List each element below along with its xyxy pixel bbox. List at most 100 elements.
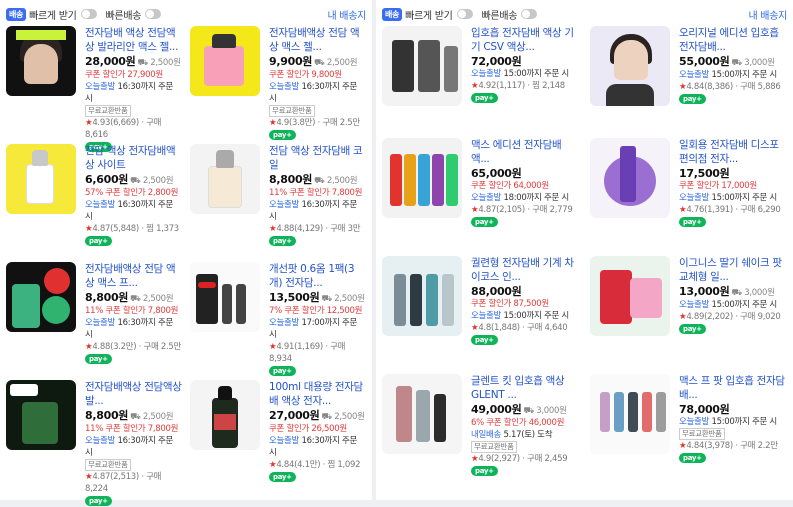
product-card[interactable]: 맥스 프 팟 입호흡 전자담배... 78,000원 오늘출발 15:00까지 주문… [590,374,790,464]
product-image[interactable] [6,380,76,450]
product-card[interactable]: 오리지널 에디션 입호흡 전자담배... 55,000원 ⛟ 3,000원 오늘출발 … [590,26,790,106]
product-title[interactable]: 100ml 대용량 전자담배 액상 전자... [269,380,366,408]
coupon-price: 11% 쿠폰 할인가 7,800원 [269,188,363,198]
review-count: (1,848) [490,323,520,333]
rating-row: ★4.8(1,848) · 구매 4,640 [471,323,568,333]
product-title[interactable]: 오리지널 에디션 입호흡 전자담배... [679,26,790,54]
shipping-info: 오늘출발 16:30까지 주문 시 [85,81,182,105]
purchase-count: 구매 2.5만 [143,342,182,352]
product-title[interactable]: 이그니스 딸기 쉐이크 팟 교체형 일... [679,256,790,284]
price-value: 8,800원 [269,173,313,186]
rating-value: 4.92 [478,81,497,91]
shipping-info: 오늘출발 15:00까지 주문 시 [679,299,790,311]
product-card[interactable]: 일회용 전자담배 디스포 편의점 전자... 17,500원 쿠폰 할인가 17,0… [590,138,790,228]
product-title[interactable]: 궐련형 전자담배 기계 차이코스 인... [471,256,582,284]
price-value: 17,500원 [679,167,730,180]
product-image[interactable] [590,26,670,106]
ship-type: 오늘출발 [471,69,502,79]
product-card[interactable]: 전자담배액상 전담 액상 맥스 프... 8,800원 ⛟ 2,500원 11% 쿠폰… [6,262,182,365]
product-price: 8,800원 ⛟ 2,500원 [269,174,366,187]
product-card[interactable]: 글렌트 킷 입호흡 액상 GLENT ... 49,000원 ⛟ 3,000원 6% … [382,374,582,477]
product-title[interactable]: 글렌트 킷 입호흡 액상 GLENT ... [471,374,582,402]
product-card[interactable]: 개선팟 0.6옴 1팩(3개) 전자담... 13,500원 ⛟ 2,500원 7% … [190,262,366,377]
product-info: 전자담배액상 전담 액상 맥스 젤... 9,900원 ⛟ 2,500원 쿠폰 할인가… [269,26,366,141]
review-count: (3,978) [704,441,733,451]
product-title[interactable]: 전자담배 액상 전담액상 발라리안 맥스 젤... [85,26,182,54]
product-image[interactable] [590,138,670,218]
product-title[interactable]: 맥스 프 팟 입호흡 전자담배... [679,374,790,402]
fast-delivery-toggle[interactable] [80,9,97,19]
product-image[interactable] [382,138,462,218]
ship-deadline: 15:00까지 주문 시 [503,69,570,79]
review-count: (2,105) [496,205,525,215]
product-title[interactable]: 일회용 전자담배 디스포 편의점 전자... [679,138,790,166]
product-card[interactable]: 이그니스 딸기 쉐이크 팟 교체형 일... 13,000원 ⛟ 3,000원 오늘출… [590,256,790,336]
rating-value: 4.84 [276,460,295,470]
purchase-count: 찜 1,373 [146,224,179,234]
rating-value: 4.87 [92,472,111,482]
npay-icon: pay+ [85,236,112,246]
coupon-price: 쿠폰 할인가 9,800원 [269,70,342,80]
product-image[interactable] [190,262,260,332]
product-card[interactable]: 전담 액상 전자담배액상 사이트 6,600원 ⛟ 2,500원 57% 쿠폰 할인가… [6,144,182,247]
delivery-badge: 배송 [382,7,403,21]
rating-value: 4.9 [276,118,289,128]
ship-type: 오늘출발 [269,318,300,328]
product-image[interactable] [190,380,260,450]
fast-delivery-toggle[interactable] [456,9,473,19]
rating-value: 4.93 [92,118,111,128]
product-image[interactable] [382,374,462,454]
product-card[interactable]: 입호흡 전자담배 액상 기기 CSV 액상... 72,000원 오늘출발 15:0… [382,26,582,106]
product-image[interactable] [190,144,260,214]
product-title[interactable]: 전담 액상 전자담배액상 사이트 [85,144,182,172]
purchase-count: 구매 3만 [330,224,361,234]
shipping-fee-value: 2,500원 [142,412,174,422]
product-card[interactable]: 전자담배 액상 전담액상 발라리안 맥스 젤... 28,000원 ⛟ 2,500원… [6,26,182,153]
product-title[interactable]: 전자담배액상 전담액상 발... [85,380,182,408]
product-image[interactable] [190,26,260,96]
rating-value: 4.84 [686,82,705,92]
product-card[interactable]: 전담 액상 전자담배 코일 8,800원 ⛟ 2,500원 11% 쿠폰 할인가 7,… [190,144,366,247]
npay-icon: pay+ [269,236,296,246]
shipping-fee: ⛟ 2,500원 [137,58,180,68]
shipping-fee: ⛟ 3,000원 [731,58,774,68]
product-image[interactable] [6,26,76,96]
rating-row: ★4.88(3.2만) · 구매 2.5만 [85,342,182,352]
product-image[interactable] [382,256,462,336]
my-address-link[interactable]: 내 배송지 [328,7,367,22]
shipping-info: 오늘출발 16:30까지 주문 시 [85,435,182,459]
product-info: 전담 액상 전자담배 코일 8,800원 ⛟ 2,500원 11% 쿠폰 할인가 7,… [269,144,366,247]
product-card[interactable]: 전자담배액상 전담 액상 맥스 젤... 9,900원 ⛟ 2,500원 쿠폰 할인가… [190,26,366,141]
product-card[interactable]: 전자담배액상 전담액상 발... 8,800원 ⛟ 2,500원 11% 쿠폰 할인가… [6,380,182,507]
delivery-badge: 배송 [6,7,27,21]
npay-icon: pay+ [471,335,498,345]
product-title[interactable]: 전자담배액상 전담 액상 맥스 프... [85,262,182,290]
product-card[interactable]: 궐련형 전자담배 기계 차이코스 인... 88,000원 쿠폰 할인가 87,50… [382,256,582,346]
my-address-link[interactable]: 내 배송지 [749,7,788,22]
product-image[interactable] [382,26,462,106]
product-info: 맥스 에디션 전자담배 액... 65,000원 쿠폰 할인가 64,000원 오늘출… [471,138,582,228]
product-price: 55,000원 ⛟ 3,000원 [679,56,790,69]
price-value: 9,900원 [269,55,313,68]
quick-ship-toggle[interactable] [521,9,538,19]
product-title[interactable]: 개선팟 0.6옴 1팩(3개) 전자담... [269,262,366,290]
price-value: 13,500원 [269,291,320,304]
shipping-fee: ⛟ 2,500원 [314,176,357,186]
product-title[interactable]: 전담 액상 전자담배 코일 [269,144,366,172]
product-title[interactable]: 맥스 에디션 전자담배 액... [471,138,582,166]
truck-icon: ⛟ [321,294,335,304]
ship-deadline: 15:00까지 주문 시 [711,417,778,427]
product-image[interactable] [590,256,670,336]
review-count: (8,386) [704,82,733,92]
product-card[interactable]: 100ml 대용량 전자담배 액상 전자... 27,000원 ⛟ 2,500원 쿠폰… [190,380,366,483]
product-image[interactable] [590,374,670,454]
product-price: 6,600원 ⛟ 2,500원 [85,174,182,187]
shipping-fee-value: 2,500원 [334,294,365,304]
quick-ship-toggle[interactable] [145,9,162,19]
product-card[interactable]: 맥스 에디션 전자담배 액... 65,000원 쿠폰 할인가 64,000원 오늘출… [382,138,582,228]
product-image[interactable] [6,262,76,332]
ship-type: 오늘출발 [471,311,502,321]
product-title[interactable]: 전자담배액상 전담 액상 맥스 젤... [269,26,366,54]
product-image[interactable] [6,144,76,214]
product-title[interactable]: 입호흡 전자담배 액상 기기 CSV 액상... [471,26,582,54]
